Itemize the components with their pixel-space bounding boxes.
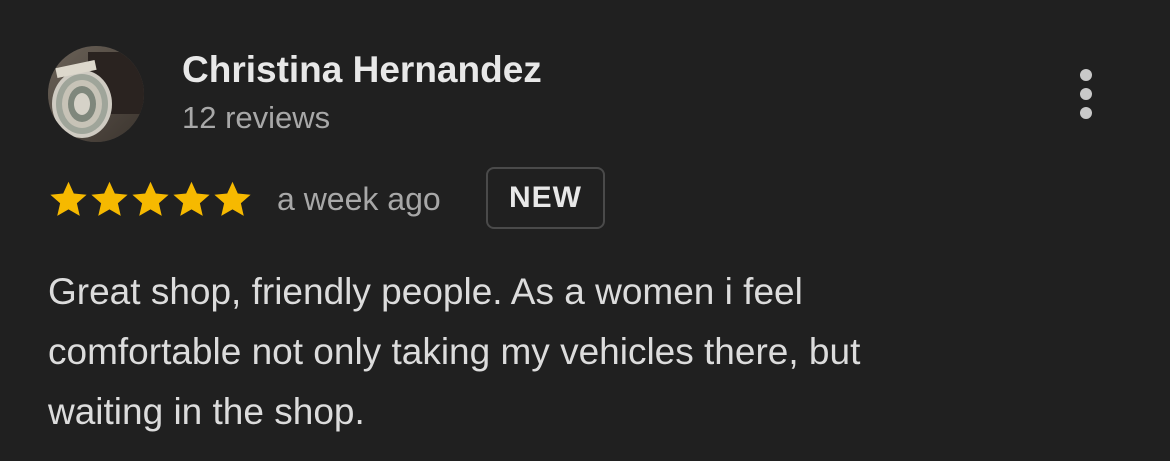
review-time: a week ago (277, 181, 441, 217)
review-count: 12 reviews (182, 100, 331, 135)
new-badge: NEW (486, 167, 605, 229)
star-icon (50, 181, 87, 216)
star-icon (214, 181, 251, 216)
star-icon (132, 181, 169, 216)
review-text-line: Great shop, friendly people. As a women … (48, 271, 803, 312)
review-text-line: comfortable not only taking my vehicles … (48, 331, 861, 372)
star-icon (173, 181, 210, 216)
more-dot (1080, 88, 1092, 100)
review-text: Great shop, friendly people. As a women … (48, 262, 1048, 442)
star-rating (48, 179, 253, 220)
avatar[interactable] (48, 46, 144, 142)
more-vert-icon[interactable] (1064, 64, 1108, 124)
more-dot (1080, 107, 1092, 119)
review-text-line: waiting in the shop. (48, 391, 365, 432)
avatar-photo (48, 46, 144, 142)
star-icon (91, 181, 128, 216)
author-name[interactable]: Christina Hernandez (182, 49, 542, 91)
more-dot (1080, 69, 1092, 81)
